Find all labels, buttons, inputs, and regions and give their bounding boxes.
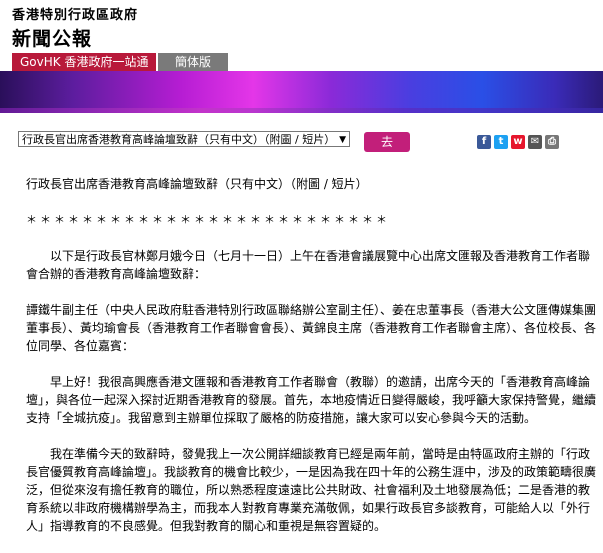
govhk-link[interactable]: GovHK 香港政府一站通 bbox=[12, 53, 157, 71]
simplified-chinese-link[interactable]: 簡体版 bbox=[158, 53, 228, 71]
article-body: 行政長官出席香港教育高峰論壇致辭（只有中文）（附圖 / 短片） ＊＊＊＊＊＊＊＊… bbox=[26, 175, 596, 553]
gov-name: 香港特別行政區政府 bbox=[12, 8, 139, 23]
paragraph-education: 我在準備今天的致辭時，發覺我上一次公開詳細談教育已經是兩年前，當時是由特區政府主… bbox=[26, 447, 597, 533]
article-selector[interactable]: 行政長官出席香港教育高峰論壇致辭（只有中文）（附圖 / 短片） ▼ bbox=[18, 131, 350, 147]
facebook-share-icon[interactable]: f bbox=[477, 135, 491, 149]
separator-stars: ＊＊＊＊＊＊＊＊＊＊＊＊＊＊＊＊＊＊＊＊＊＊＊＊＊＊ bbox=[26, 213, 390, 226]
paragraph-intro: 以下是行政長官林鄭月娥今日（七月十一日）上午在香港會議展覽中心出席文匯報及香港教… bbox=[26, 249, 591, 281]
header-banner bbox=[0, 71, 603, 113]
weibo-share-icon[interactable]: w bbox=[511, 135, 525, 149]
paragraph-greeting: 早上好！我很高興應香港文匯報和香港教育工作者聯會（教聯）的邀請，出席今天的「香港… bbox=[26, 375, 597, 425]
twitter-share-icon[interactable]: t bbox=[494, 135, 508, 149]
article-selector-value: 行政長官出席香港教育高峰論壇致辭（只有中文）（附圖 / 短片） bbox=[22, 133, 336, 146]
email-share-icon[interactable]: ✉ bbox=[528, 135, 542, 149]
go-button[interactable]: 去 bbox=[364, 132, 410, 152]
dropdown-arrow-icon: ▼ bbox=[339, 135, 346, 145]
masthead: 香港特別行政區政府 新聞公報 bbox=[12, 4, 138, 51]
nav-bar: GovHK 香港政府一站通 簡体版 bbox=[0, 53, 603, 71]
paragraph-salutation: 譚鐵牛副主任（中央人民政府駐香港特別行政區聯絡辦公室副主任）、姜在忠董事長（香港… bbox=[26, 303, 597, 353]
print-share-icon[interactable]: ⎙ bbox=[545, 135, 559, 149]
press-release-title: 新聞公報 bbox=[12, 28, 93, 50]
article-title: 行政長官出席香港教育高峰論壇致辭（只有中文）（附圖 / 短片） bbox=[26, 177, 368, 191]
